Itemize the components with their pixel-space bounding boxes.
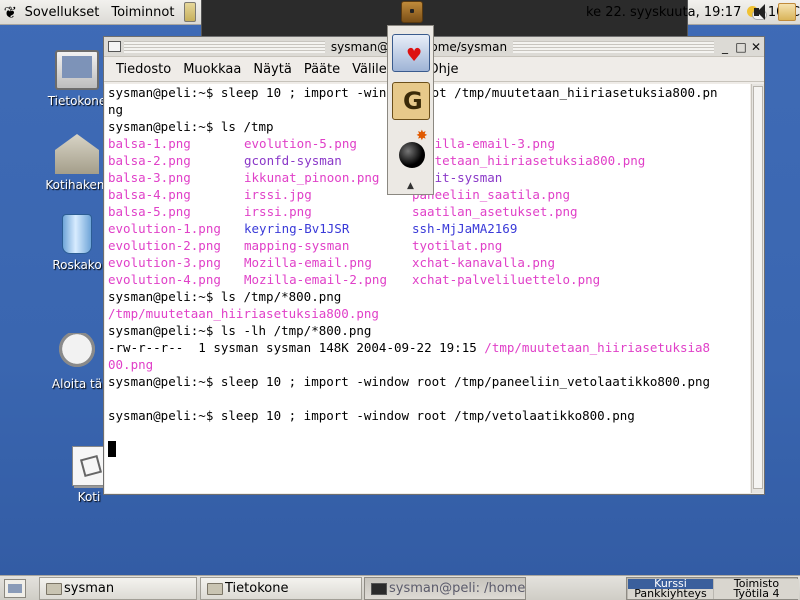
task-computer[interactable]: Tietokone — [200, 577, 362, 600]
desktop-icon-label: Koti — [77, 490, 101, 504]
computer-icon — [55, 50, 99, 90]
terminal-line: sysman@peli:~$ sleep 10 ; import -window… — [108, 408, 635, 423]
drawer-icon[interactable] — [401, 1, 423, 23]
task-terminal[interactable]: sysman@peli: /home/ — [364, 577, 526, 600]
clock[interactable]: ke 22. syyskuuta, 19:17 — [586, 0, 741, 25]
folder-icon — [207, 583, 223, 595]
scrollbar-thumb[interactable] — [753, 86, 763, 489]
close-icon[interactable]: ✕ — [749, 40, 763, 54]
ls-entry: evolution-3.png — [108, 255, 221, 270]
trash-icon — [62, 214, 92, 254]
terminal-line: sysman@peli:~$ sleep 10 ; import -window… — [108, 374, 711, 389]
desktop-icon-label: Roskako — [52, 258, 102, 272]
terminal-window: sysman@peli: /home/sysman _ □ ✕ Tiedosto… — [103, 36, 765, 495]
volume-icon[interactable] — [752, 4, 766, 20]
glines-icon[interactable] — [392, 82, 430, 120]
folder-icon — [46, 583, 62, 595]
show-desktop-icon[interactable] — [4, 579, 26, 598]
ls-entry: ssh-MjJaMA2169 — [412, 221, 518, 236]
window-menubar: Tiedosto Muokkaa Näytä Pääte Välilehdet … — [104, 58, 764, 82]
ls-entry: evolution-2.png — [108, 238, 221, 253]
actions-menu[interactable]: Toiminnot — [105, 0, 180, 25]
workspace-4[interactable]: Työtila 4 — [714, 589, 799, 599]
ls-entry: Mozilla-email.png — [244, 255, 372, 270]
terminal-icon — [371, 583, 387, 595]
maximize-icon[interactable]: □ — [734, 40, 748, 54]
ls-entry: tyotilat.png — [412, 238, 503, 253]
ls-entry: balsa-4.png — [108, 187, 191, 202]
file-listing-details: -rw-r--r-- 1 sysman sysman 148K 2004-09-… — [108, 340, 485, 355]
desktop-icon-label: Aloita tä — [51, 377, 103, 391]
terminal-line: -rw-r--r-- 1 sysman sysman 148K 2004-09-… — [108, 339, 750, 356]
ls-entry: balsa-5.png — [108, 204, 191, 219]
cards-icon[interactable] — [392, 34, 430, 72]
ls-entry: evolution-1.png — [108, 221, 221, 236]
window-menu-icon[interactable] — [108, 41, 121, 52]
ls-entry: xchat-kanavalla.png — [412, 255, 555, 270]
desktop-icon-label: Tietokone — [47, 94, 107, 108]
minimize-icon[interactable]: _ — [718, 40, 732, 54]
task-label: Tietokone — [225, 581, 289, 596]
ls-entry: balsa-3.png — [108, 170, 191, 185]
ls-entry: Mozilla-email-2.png — [244, 272, 387, 287]
menu-edit[interactable]: Muokkaa — [177, 59, 247, 81]
ls-entry: balsa-1.png — [108, 136, 191, 151]
terminal-line: sysman@peli:~$ ls /tmp/*800.png — [108, 289, 342, 304]
task-sysman[interactable]: sysman — [39, 577, 197, 600]
start-here-icon — [55, 333, 99, 373]
task-label: sysman@peli: /home/ — [389, 581, 526, 596]
home-folder-icon — [55, 134, 99, 174]
bomb-icon[interactable] — [392, 128, 430, 170]
ls-entry: paneeliin_saatila.png — [412, 187, 571, 202]
notes-launcher-icon[interactable] — [184, 2, 196, 22]
document-icon — [72, 446, 106, 486]
ls-entry: keyring-Bv1JSR — [244, 221, 350, 236]
bottom-panel: sysman Tietokone sysman@peli: /home/ Kur… — [0, 575, 800, 600]
ls-entry: balsa-2.png — [108, 153, 191, 168]
ls-entry: Mozilla-email-3.png — [412, 136, 555, 151]
ls-entry: orbit-sysman — [412, 170, 503, 185]
terminal-line: /tmp/muutetaan_hiiriasetuksia800.png — [108, 306, 379, 321]
ls-entry: irssi.png — [244, 204, 312, 219]
terminal-line: sysman@peli:~$ ls -lh /tmp/*800.png — [108, 323, 372, 338]
text-cursor — [108, 441, 116, 457]
task-label: sysman — [64, 581, 115, 596]
terminal-scrollbar[interactable] — [751, 84, 764, 493]
gnome-foot-icon[interactable]: ❦ — [2, 0, 19, 25]
menu-view[interactable]: Näytä — [247, 59, 297, 81]
ls-entry: evolution-4.png — [108, 272, 221, 287]
ls-entry: mapping-sysman — [244, 238, 350, 253]
top-panel: ❦ Sovellukset Toiminnot 10°C ke 22. syys… — [0, 0, 800, 264]
applications-menu[interactable]: Sovellukset — [19, 0, 106, 25]
terminal-line: 00.png — [108, 357, 154, 372]
workspace-2[interactable]: Toimisto — [714, 579, 799, 589]
desktop-icon-label: Kotihakem — [45, 178, 109, 192]
workspace-switcher: Kurssi Toimisto Pankkiyhteys Työtila 4 — [626, 577, 799, 600]
ls-entry: muutetaan_hiiriasetuksia800.png — [412, 153, 646, 168]
window-titlebar[interactable]: sysman@peli: /home/sysman _ □ ✕ — [104, 37, 764, 57]
panel-drawer: ▲ — [387, 25, 434, 195]
menu-file[interactable]: Tiedosto — [110, 59, 177, 81]
workspace-1[interactable]: Kurssi — [628, 579, 713, 589]
tray-drawer-icon[interactable] — [778, 3, 796, 21]
workspace-3[interactable]: Pankkiyhteys — [628, 589, 713, 599]
file-listing-name: /tmp/muutetaan_hiiriasetuksia8 — [484, 340, 711, 355]
drawer-close-arrow-icon[interactable]: ▲ — [388, 178, 433, 194]
ls-entry: xchat-palveliluettelo.png — [412, 272, 601, 287]
terminal-prompt-line — [108, 441, 750, 458]
menu-terminal[interactable]: Pääte — [298, 59, 346, 81]
ls-entry: saatilan_asetukset.png — [412, 204, 578, 219]
